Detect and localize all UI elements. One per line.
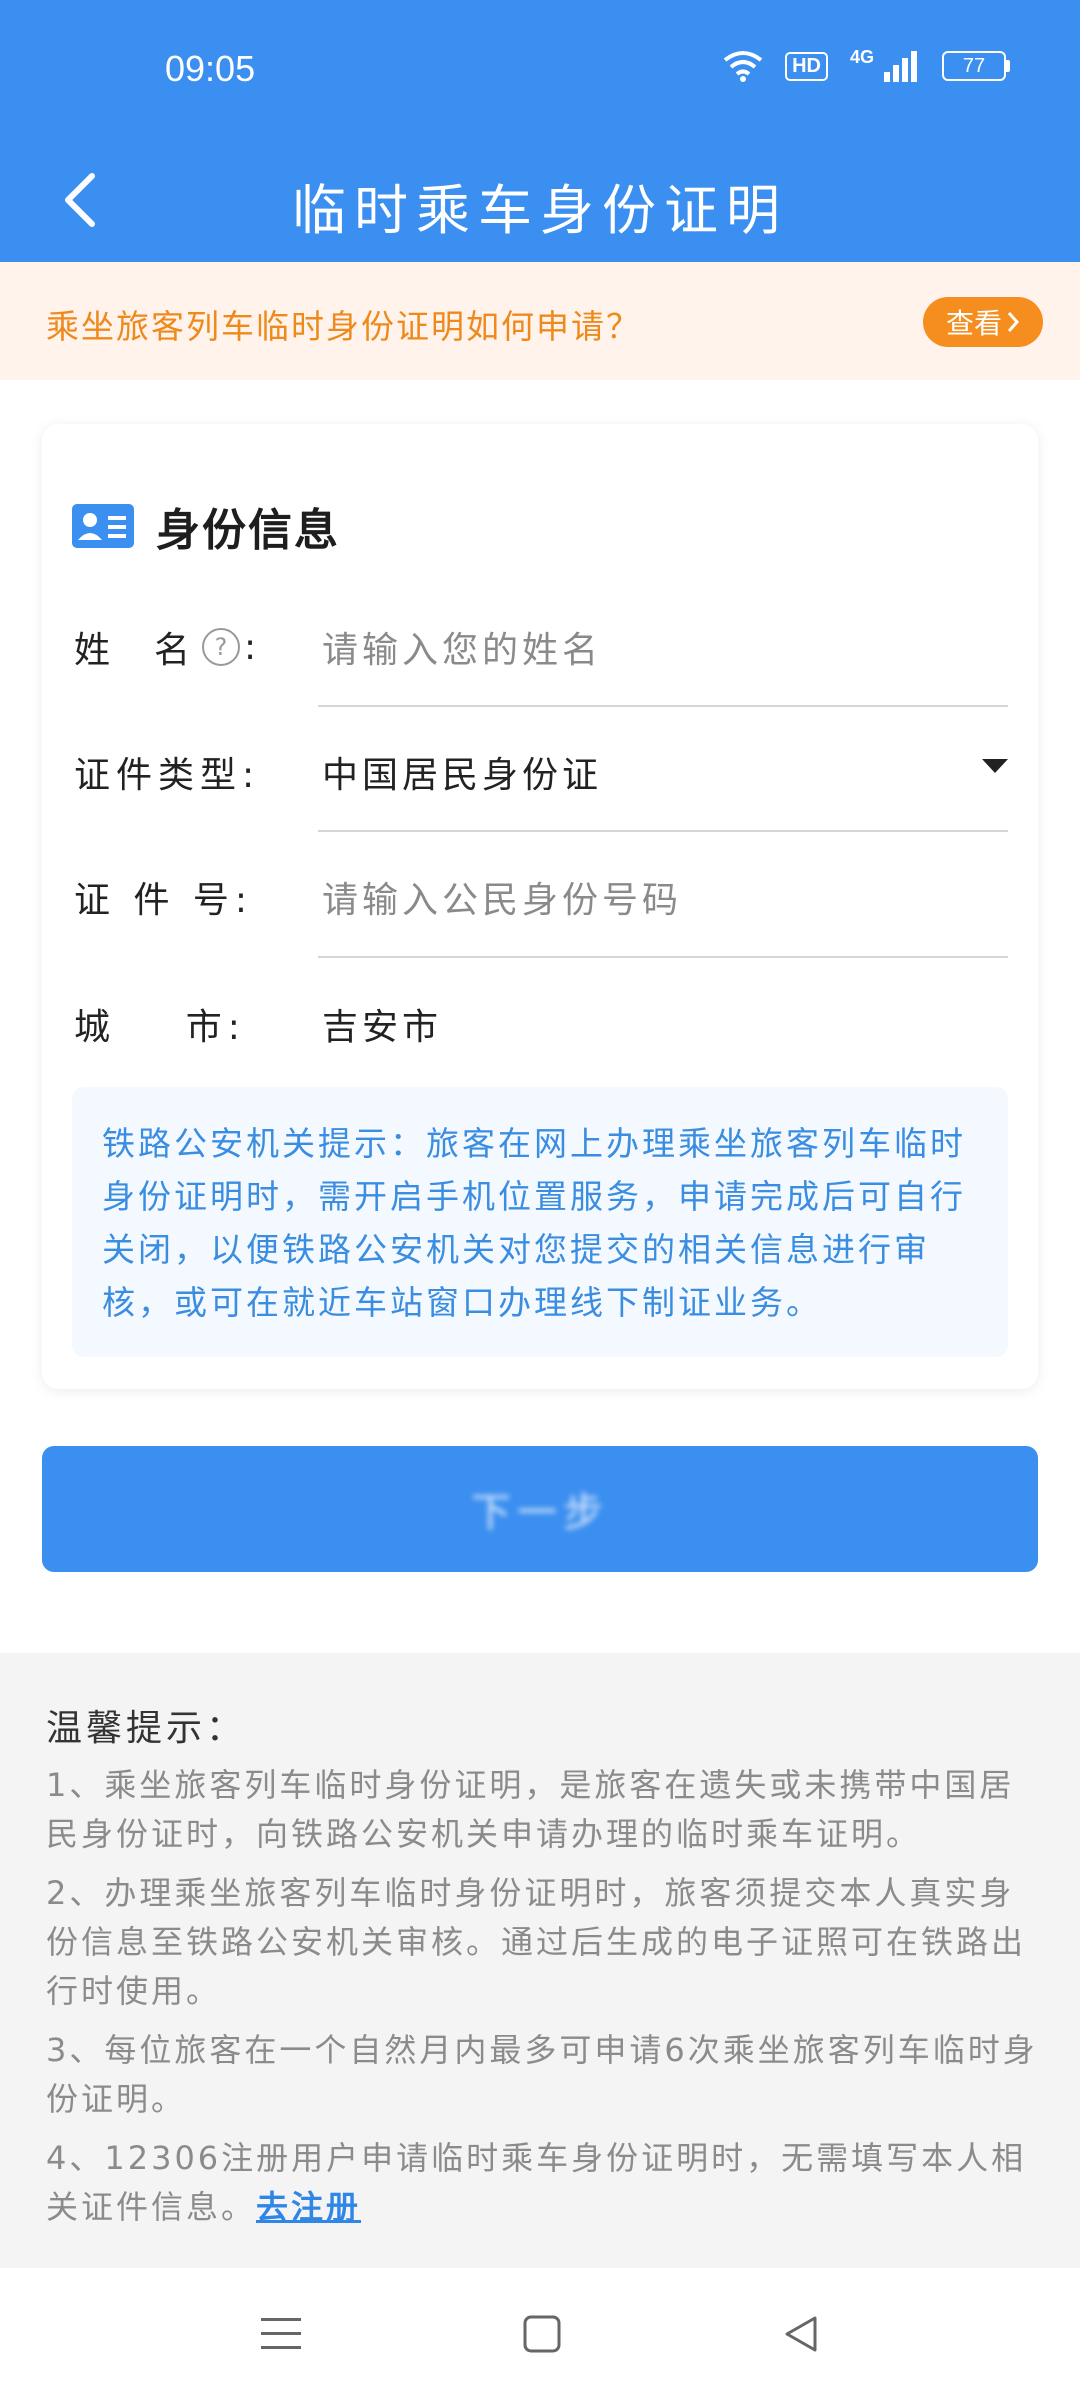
notice-bar: 乘坐旅客列车临时身份证明如何申请？ 查看 <box>0 262 1080 380</box>
signal-icon <box>884 51 917 82</box>
id-number-label: 证 件 号: <box>74 880 254 921</box>
status-time: 09:05 <box>165 48 256 89</box>
tip-item-1: 1、乘坐旅客列车临时身份证明，是旅客在遗失或未携带中国居民身份证时，向铁路公安机… <box>46 1766 1015 1853</box>
network-type: 4G <box>849 46 874 67</box>
chevron-right-icon <box>1007 312 1020 332</box>
name-label-part2: 名 <box>154 630 197 671</box>
battery-level: 77 <box>942 51 1006 81</box>
register-link[interactable]: 去注册 <box>256 2188 361 2226</box>
police-tip-text: 铁路公安机关提示：旅客在网上办理乘坐旅客列车临时身份证明时，需开启手机位置服务，… <box>102 1124 966 1322</box>
help-icon[interactable]: ? <box>202 628 241 666</box>
section-header: 身份信息 <box>72 494 340 558</box>
warm-tips-section: 温馨提示： 1、乘坐旅客列车临时身份证明，是旅客在遗失或未携带中国居民身份证时，… <box>0 1653 1080 2268</box>
warm-tips-title: 温馨提示： <box>46 1708 247 1749</box>
name-label-colon: : <box>244 626 263 668</box>
submit-button-label: 下一步 <box>471 1490 609 1536</box>
identity-card: 身份信息 姓 名 ? : 请输入您的姓名 证件类型: 中国居民身份证 证 件 号… <box>42 424 1038 1389</box>
tip-item-3: 3、每位旅客在一个自然月内最多可申请6次乘坐旅客列车临时身份证明。 <box>46 2031 1038 2118</box>
id-number-underline <box>318 956 1008 958</box>
back-nav-icon[interactable] <box>781 2314 821 2354</box>
name-input[interactable]: 请输入您的姓名 <box>322 621 602 673</box>
id-card-icon <box>72 504 134 548</box>
city-label: 城 市: <box>74 1007 246 1048</box>
name-label: 姓 名 ? : <box>74 621 262 673</box>
name-label-part1: 姓 <box>74 630 117 671</box>
warm-tips-list: 1、乘坐旅客列车临时身份证明，是旅客在遗失或未携带中国居民身份证时，向铁路公安机… <box>46 1761 1041 2242</box>
name-underline <box>318 705 1008 707</box>
wifi-icon <box>723 51 763 82</box>
view-button-label: 查看 <box>945 307 1002 340</box>
tip-item-2: 2、办理乘坐旅客列车临时身份证明时，旅客须提交本人真实身份信息至铁路公安机关审核… <box>46 1874 1027 2010</box>
police-tip-box: 铁路公安机关提示：旅客在网上办理乘坐旅客列车临时身份证明时，需开启手机位置服务，… <box>72 1087 1008 1357</box>
dropdown-arrow-icon[interactable] <box>982 759 1008 773</box>
status-bar: 09:05 HD 4G 77 <box>0 0 1080 140</box>
id-type-underline <box>318 830 1008 832</box>
home-icon[interactable] <box>522 2314 562 2354</box>
view-button[interactable]: 查看 <box>923 297 1043 347</box>
notice-text: 乘坐旅客列车临时身份证明如何申请？ <box>46 307 641 346</box>
battery-icon: 77 <box>942 51 1010 81</box>
submit-button[interactable]: 下一步 <box>42 1446 1038 1572</box>
tip-item-4: 4、12306注册用户申请临时乘车身份证明时，无需填写本人相关证件信息。去注册 <box>46 2134 1041 2232</box>
page-title: 临时乘车身份证明 <box>292 179 788 242</box>
menu-icon[interactable] <box>259 2314 303 2354</box>
id-number-input[interactable]: 请输入公民身份号码 <box>322 871 682 923</box>
status-icons: HD 4G 77 <box>723 46 1010 82</box>
hd-badge: HD <box>785 51 828 81</box>
tip-item-4-text: 4、12306注册用户申请临时乘车身份证明时，无需填写本人相关证件信息。 <box>46 2139 1027 2226</box>
id-type-select[interactable]: 中国居民身份证 <box>322 746 602 798</box>
city-value[interactable]: 吉安市 <box>322 998 442 1050</box>
id-type-label: 证件类型: <box>74 755 261 796</box>
system-nav-bar <box>0 2268 1080 2400</box>
section-title: 身份信息 <box>156 505 340 556</box>
app-bar: 临时乘车身份证明 <box>0 140 1080 262</box>
